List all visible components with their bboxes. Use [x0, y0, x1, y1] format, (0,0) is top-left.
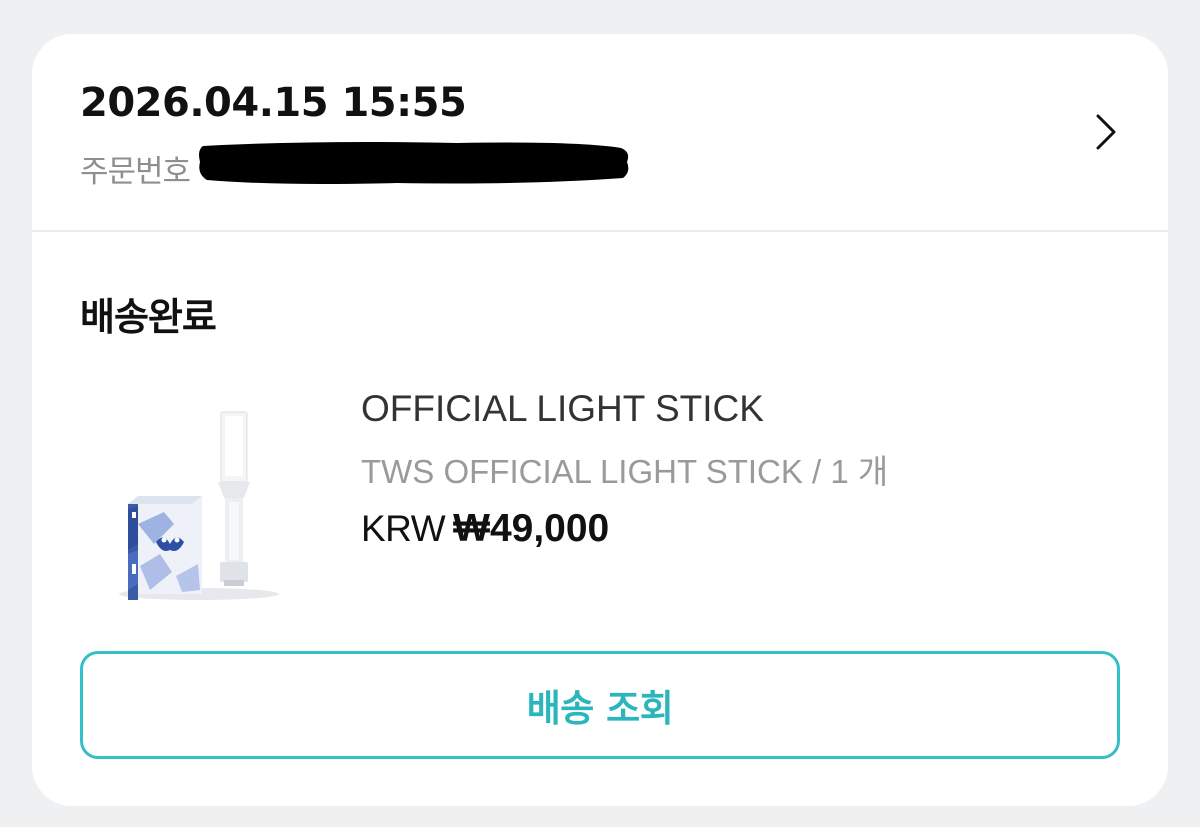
track-delivery-button[interactable]: 배송 조회 — [80, 651, 1120, 759]
price-currency: KRW — [361, 508, 446, 549]
product-name: OFFICIAL LIGHT STICK — [361, 388, 764, 429]
order-header[interactable]: 2026.04.15 15:55 주문번호 — [32, 34, 1168, 230]
price-amount: ₩49,000 — [453, 507, 610, 550]
product-option: TWS OFFICIAL LIGHT STICK / 1 개 — [361, 453, 889, 490]
chevron-right-icon[interactable] — [1094, 112, 1118, 152]
order-datetime: 2026.04.15 15:55 — [80, 80, 467, 126]
header-divider — [32, 230, 1168, 232]
delivery-status: 배송완료 — [80, 295, 217, 339]
order-card: 2026.04.15 15:55 주문번호 배송완료 OFFICIAL LIGH… — [32, 34, 1168, 806]
light-stick-product-image — [119, 411, 279, 600]
order-number-label: 주문번호 — [80, 154, 191, 190]
price-row: KRW ₩49,000 — [361, 507, 609, 551]
track-delivery-label: 배송 조회 — [526, 687, 674, 730]
order-number-redaction — [199, 142, 629, 184]
